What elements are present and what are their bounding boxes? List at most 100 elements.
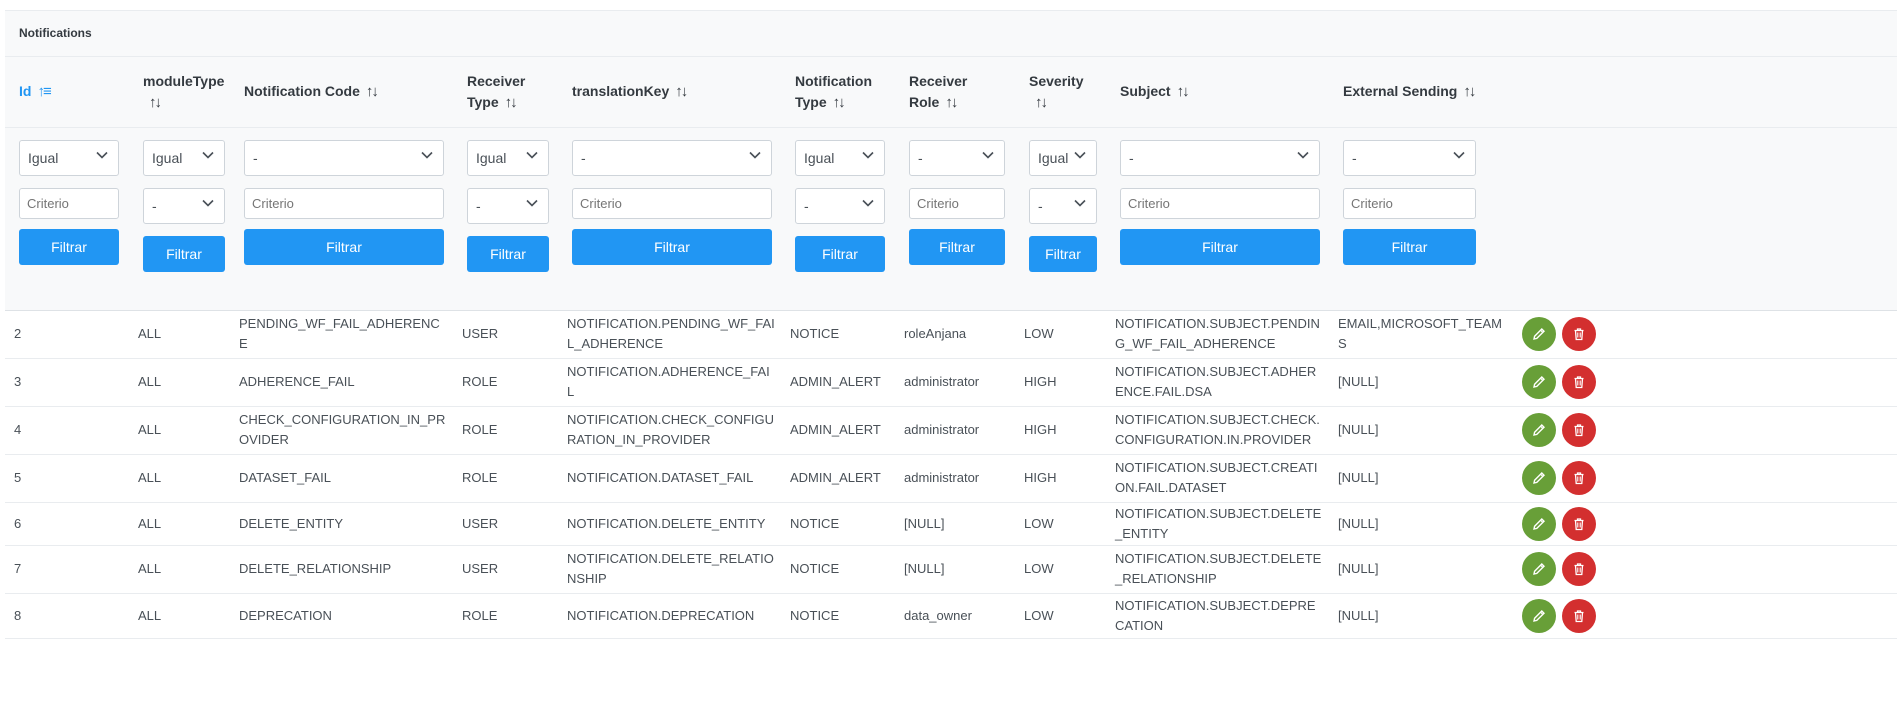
cell-translationKey: NOTIFICATION.DELETE_ENTITY (558, 502, 781, 546)
filter-operator-select[interactable]: - (1120, 139, 1320, 176)
edit-button[interactable] (1522, 365, 1556, 399)
cell-translationKey: NOTIFICATION.DEPRECATION (558, 593, 781, 639)
filter-criteria-input[interactable]: Criterio (244, 187, 444, 219)
row-actions (1513, 358, 1897, 407)
filter-criteria-input[interactable]: Criterio (572, 187, 772, 219)
filter-button[interactable]: Filtrar (467, 235, 549, 272)
filter-value-select[interactable]: - (143, 187, 225, 224)
edit-button[interactable] (1522, 413, 1556, 447)
cell-id: 7 (5, 545, 129, 594)
filter-operator-select[interactable]: Igual (795, 139, 885, 176)
cell-id: 8 (5, 593, 129, 639)
cell-notificationType: NOTICE (781, 593, 895, 639)
filter-value-select[interactable]: - (795, 187, 885, 224)
delete-button[interactable] (1562, 365, 1596, 399)
chevron-down-icon (1297, 151, 1309, 159)
filter-button[interactable]: Filtrar (1120, 228, 1320, 265)
cell-externalSending: EMAIL,MICROSOFT_TEAMS (1329, 310, 1513, 359)
column-header-translationKey[interactable]: translationKey ↑↓ (558, 57, 781, 128)
edit-button[interactable] (1522, 317, 1556, 351)
sort-ascending-icon[interactable]: ↑≡ (37, 81, 51, 102)
column-header-externalSending[interactable]: External Sending ↑↓ (1329, 57, 1513, 128)
filter-criteria-input[interactable]: Criterio (1343, 187, 1476, 219)
filter-criteria-input[interactable]: Criterio (909, 187, 1005, 219)
pencil-icon (1533, 517, 1545, 530)
delete-button[interactable] (1562, 598, 1596, 633)
sort-icon[interactable]: ↑↓ (366, 81, 379, 102)
column-header-code[interactable]: Notification Code ↑↓ (230, 57, 453, 128)
sort-icon[interactable]: ↑↓ (945, 92, 958, 113)
trash-icon (1574, 376, 1584, 389)
sort-icon[interactable]: ↑↓ (833, 92, 846, 113)
column-header-receiverType[interactable]: Receiver Type ↑↓ (453, 57, 558, 128)
chevron-down-icon (526, 199, 538, 207)
cell-notificationType: NOTICE (781, 502, 895, 546)
filter-button[interactable]: Filtrar (795, 235, 885, 272)
cell-severity: LOW (1015, 545, 1106, 594)
filter-button[interactable]: Filtrar (572, 228, 772, 265)
column-header-receiverRole[interactable]: Receiver Role ↑↓ (895, 57, 1015, 128)
filter-value-select[interactable]: - (467, 187, 549, 224)
sort-icon[interactable]: ↑↓ (675, 81, 688, 102)
sort-icon[interactable]: ↑↓ (1035, 92, 1048, 113)
filter-button[interactable]: Filtrar (909, 228, 1005, 265)
filter-button[interactable]: Filtrar (1343, 228, 1476, 265)
cell-receiverRole: administrator (895, 358, 1015, 407)
table-row: 7 ALL DELETE_RELATIONSHIP USER NOTIFICATION.… (5, 545, 1897, 594)
filter-criteria-input[interactable]: Criterio (19, 187, 119, 219)
cell-code: DATASET_FAIL (230, 454, 453, 503)
filter-button[interactable]: Filtrar (1029, 235, 1097, 272)
cell-translationKey: NOTIFICATION.DATASET_FAIL (558, 454, 781, 503)
cell-translationKey: NOTIFICATION.CHECK_CONFIGURATION_IN_PROV… (558, 406, 781, 455)
cell-id: 2 (5, 310, 129, 359)
cell-receiverRole: roleAnjana (895, 310, 1015, 359)
cell-externalSending: [NULL] (1329, 545, 1513, 594)
edit-button[interactable] (1522, 506, 1556, 541)
row-actions (1513, 502, 1897, 546)
sort-icon[interactable]: ↑↓ (505, 92, 518, 113)
filter-button[interactable]: Filtrar (244, 228, 444, 265)
column-header-moduleType[interactable]: moduleType ↑↓ (129, 57, 230, 128)
filter-operator-select[interactable]: Igual (1029, 139, 1097, 176)
filter-button[interactable]: Filtrar (143, 235, 225, 272)
filter-criteria-input[interactable]: Criterio (1120, 187, 1320, 219)
filter-button[interactable]: Filtrar (19, 228, 119, 265)
filter-operator-select[interactable]: Igual (467, 139, 549, 176)
delete-button[interactable] (1562, 413, 1596, 447)
cell-receiverType: ROLE (453, 593, 558, 639)
column-header-severity[interactable]: Severity ↑↓ (1015, 57, 1106, 128)
cell-severity: LOW (1015, 502, 1106, 546)
delete-button[interactable] (1562, 461, 1596, 495)
filter-operator-select[interactable]: - (909, 139, 1005, 176)
sort-icon[interactable]: ↑↓ (1463, 81, 1476, 102)
cell-subject: NOTIFICATION.SUBJECT.DELETE_ENTITY (1106, 502, 1329, 546)
filter-operator-select[interactable]: - (572, 139, 772, 176)
delete-button[interactable] (1562, 506, 1596, 541)
filter-operator-select[interactable]: Igual (19, 139, 119, 176)
column-label: Receiver Role (909, 72, 968, 110)
sort-icon[interactable]: ↑↓ (1177, 81, 1190, 102)
table-row: 3 ALL ADHERENCE_FAIL ROLE NOTIFICATION.ADHER… (5, 358, 1897, 407)
cell-severity: HIGH (1015, 358, 1106, 407)
delete-button[interactable] (1562, 552, 1596, 586)
pencil-icon (1533, 376, 1545, 388)
cell-externalSending: [NULL] (1329, 406, 1513, 455)
filter-operator-select[interactable]: - (1343, 139, 1476, 176)
column-header-notificationType[interactable]: Notification Type ↑↓ (781, 57, 895, 128)
sort-icon[interactable]: ↑↓ (149, 92, 162, 113)
trash-icon (1574, 609, 1584, 622)
cell-subject: NOTIFICATION.SUBJECT.DEPRECATION (1106, 593, 1329, 639)
cell-translationKey: NOTIFICATION.PENDING_WF_FAIL_ADHERENCE (558, 310, 781, 359)
edit-button[interactable] (1522, 552, 1556, 586)
edit-button[interactable] (1522, 461, 1556, 495)
trash-icon (1574, 328, 1584, 341)
filter-operator-select[interactable]: - (244, 139, 444, 176)
filter-operator-select[interactable]: Igual (143, 139, 225, 176)
delete-button[interactable] (1562, 317, 1596, 351)
column-header-subject[interactable]: Subject ↑↓ (1106, 57, 1329, 128)
filter-value-select[interactable]: - (1029, 187, 1097, 224)
cell-externalSending: [NULL] (1329, 454, 1513, 503)
column-header-id[interactable]: Id ↑≡ (5, 57, 129, 128)
edit-button[interactable] (1522, 598, 1556, 633)
chevron-down-icon (1074, 199, 1086, 207)
